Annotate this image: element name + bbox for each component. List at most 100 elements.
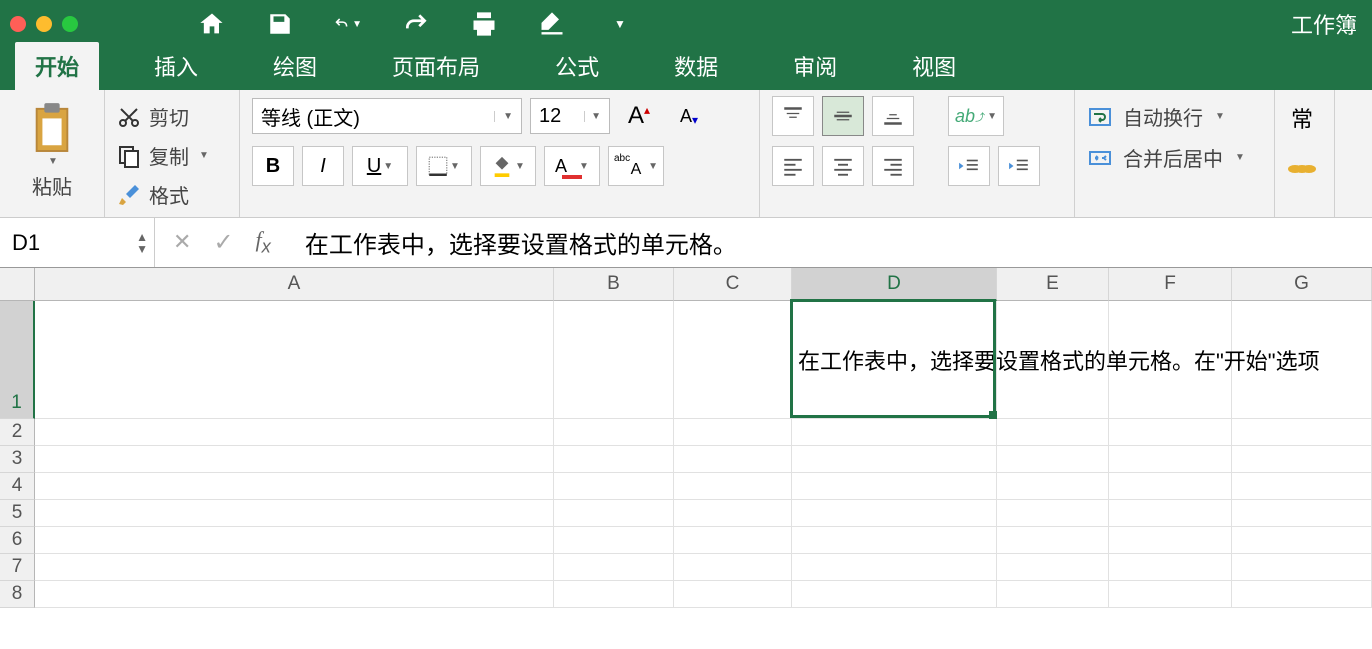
cell[interactable]: [1109, 581, 1232, 608]
tab-layout[interactable]: 页面布局: [372, 42, 500, 90]
qat-dropdown-icon[interactable]: ▼: [606, 10, 634, 38]
paste-dropdown-icon[interactable]: ▼: [48, 156, 58, 167]
border-button[interactable]: ▼: [416, 146, 472, 186]
cell[interactable]: [35, 527, 554, 554]
cell[interactable]: [997, 419, 1109, 446]
cell[interactable]: [674, 419, 792, 446]
name-box-spinner[interactable]: ▲▼: [136, 231, 148, 255]
cell[interactable]: [792, 419, 997, 446]
home-icon[interactable]: [198, 10, 226, 38]
cell[interactable]: [1232, 473, 1372, 500]
cell[interactable]: [674, 473, 792, 500]
cell[interactable]: [35, 301, 554, 419]
row-header-5[interactable]: 5: [0, 500, 35, 527]
cell[interactable]: [997, 554, 1109, 581]
increase-font-button[interactable]: A▴: [618, 96, 660, 136]
cell[interactable]: [674, 301, 792, 419]
cell[interactable]: [674, 446, 792, 473]
cell[interactable]: [674, 581, 792, 608]
font-size-select[interactable]: 12 ▼: [530, 98, 610, 134]
align-right-button[interactable]: [872, 146, 914, 186]
cell[interactable]: [1109, 500, 1232, 527]
cells-grid[interactable]: 在工作表中，选择要设置格式的单元格。在"开始"选项: [35, 301, 1372, 608]
cell[interactable]: [674, 554, 792, 581]
merge-center-button[interactable]: 合并后居中 ▼: [1087, 137, 1262, 178]
copy-button[interactable]: 复制▼: [117, 141, 227, 170]
cell[interactable]: [792, 446, 997, 473]
cell[interactable]: [997, 527, 1109, 554]
cell[interactable]: [792, 581, 997, 608]
row-header-4[interactable]: 4: [0, 473, 35, 500]
formula-input[interactable]: 在工作表中，选择要设置格式的单元格。: [289, 225, 1372, 260]
cell[interactable]: [1109, 527, 1232, 554]
cell[interactable]: [1109, 419, 1232, 446]
col-header-F[interactable]: F: [1109, 268, 1232, 301]
undo-icon[interactable]: ▼: [334, 10, 362, 38]
row-header-7[interactable]: 7: [0, 554, 35, 581]
paste-button[interactable]: ▼ 粘贴: [25, 96, 79, 204]
cell[interactable]: [35, 419, 554, 446]
cell[interactable]: [792, 500, 997, 527]
decrease-indent-button[interactable]: [948, 146, 990, 186]
row-header-2[interactable]: 2: [0, 419, 35, 446]
cell[interactable]: [554, 581, 674, 608]
confirm-edit-icon[interactable]: ✓: [213, 228, 233, 257]
fill-color-button[interactable]: ▼: [480, 146, 536, 186]
cell[interactable]: [35, 581, 554, 608]
cell[interactable]: [1232, 581, 1372, 608]
align-middle-button[interactable]: [822, 96, 864, 136]
cell[interactable]: [554, 473, 674, 500]
cell[interactable]: [554, 301, 674, 419]
tab-data[interactable]: 数据: [654, 42, 738, 90]
cell[interactable]: [997, 473, 1109, 500]
cell[interactable]: [554, 419, 674, 446]
cell[interactable]: [674, 500, 792, 527]
align-center-button[interactable]: [822, 146, 864, 186]
bold-button[interactable]: B: [252, 146, 294, 186]
cell[interactable]: [1232, 419, 1372, 446]
tab-start[interactable]: 开始: [15, 42, 99, 90]
format-painter-button[interactable]: 格式: [117, 180, 227, 209]
cancel-edit-icon[interactable]: ✕: [173, 229, 191, 255]
cell[interactable]: [554, 527, 674, 554]
cell[interactable]: [1109, 446, 1232, 473]
close-window-icon[interactable]: [10, 16, 26, 32]
col-header-D[interactable]: D: [792, 268, 997, 301]
minimize-window-icon[interactable]: [36, 16, 52, 32]
row-header-3[interactable]: 3: [0, 446, 35, 473]
col-header-B[interactable]: B: [554, 268, 674, 301]
cell[interactable]: [1232, 527, 1372, 554]
row-header-8[interactable]: 8: [0, 581, 35, 608]
edit-icon[interactable]: [538, 10, 566, 38]
cell[interactable]: [1109, 554, 1232, 581]
row-header-1[interactable]: 1: [0, 301, 35, 419]
italic-button[interactable]: I: [302, 146, 344, 186]
maximize-window-icon[interactable]: [62, 16, 78, 32]
underline-button[interactable]: U ▼: [352, 146, 408, 186]
align-left-button[interactable]: [772, 146, 814, 186]
tab-formula[interactable]: 公式: [535, 42, 619, 90]
align-top-button[interactable]: [772, 96, 814, 136]
cell[interactable]: [35, 500, 554, 527]
tab-review[interactable]: 审阅: [773, 42, 857, 90]
tab-insert[interactable]: 插入: [134, 42, 218, 90]
cell[interactable]: [35, 446, 554, 473]
select-all-corner[interactable]: [0, 268, 35, 301]
tab-draw[interactable]: 绘图: [253, 42, 337, 90]
cell[interactable]: [1109, 473, 1232, 500]
increase-indent-button[interactable]: [998, 146, 1040, 186]
cell[interactable]: [554, 554, 674, 581]
cell[interactable]: [554, 500, 674, 527]
font-name-select[interactable]: 等线 (正文) ▼: [252, 98, 522, 134]
cell[interactable]: [674, 527, 792, 554]
cell[interactable]: [792, 473, 997, 500]
print-icon[interactable]: [470, 10, 498, 38]
number-format-select[interactable]: 常: [1287, 96, 1322, 140]
decrease-font-button[interactable]: A▾: [668, 96, 710, 136]
name-box[interactable]: D1 ▲▼: [0, 218, 155, 267]
cell[interactable]: [997, 500, 1109, 527]
tab-view[interactable]: 视图: [892, 42, 976, 90]
cell[interactable]: [1232, 554, 1372, 581]
save-icon[interactable]: [266, 10, 294, 38]
cell[interactable]: [1232, 500, 1372, 527]
